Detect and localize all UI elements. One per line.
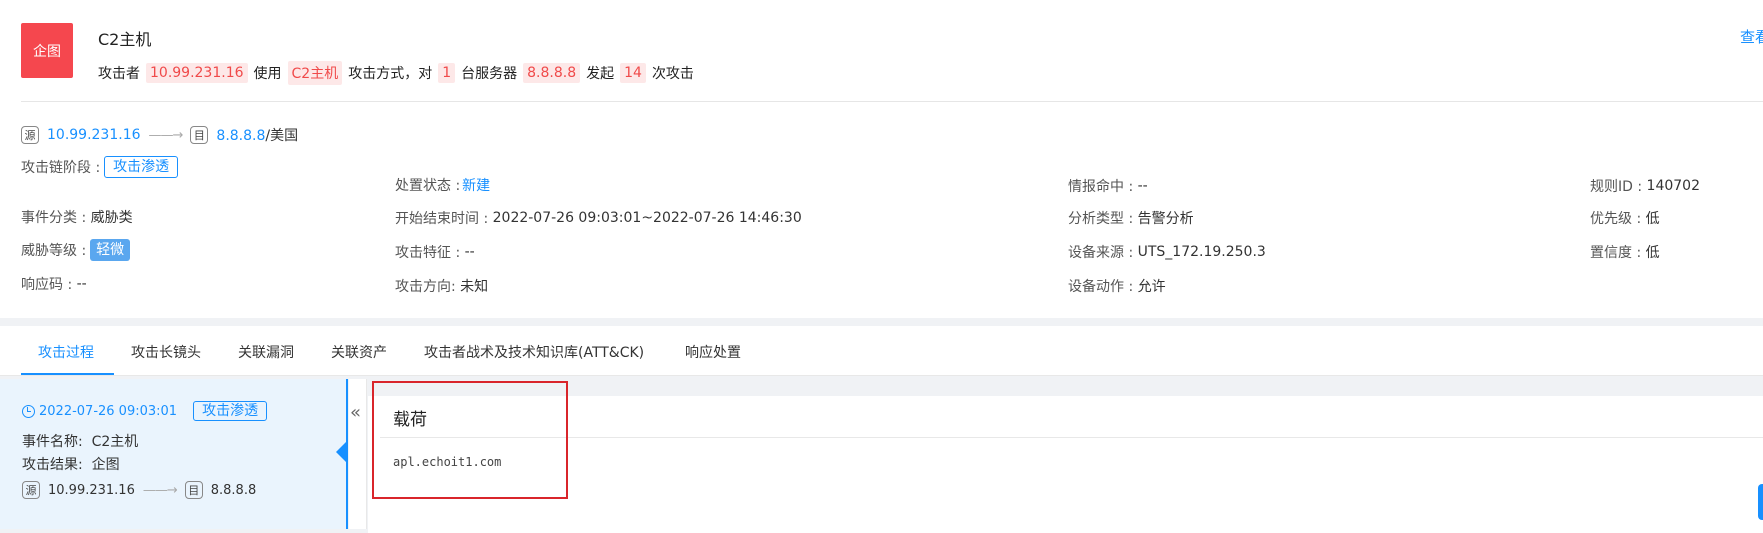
device-source-field: 设备来源 : UTS_172.19.250.3: [1068, 242, 1266, 262]
response-code-value: --: [76, 276, 87, 292]
threat-level-label: 威胁等级 :: [21, 243, 87, 259]
response-code-field: 响应码 : --: [21, 274, 87, 294]
timeline-arrow-icon: ——→: [142, 482, 178, 498]
device-source-label: 设备来源 :: [1068, 245, 1134, 261]
chain-stage-label: 攻击链阶段 :: [21, 160, 101, 176]
attack-count-highlight: 14: [620, 63, 646, 83]
timeline-result-value: 企图: [91, 457, 120, 473]
timeline-stage-tag: 攻击渗透: [193, 401, 268, 421]
attack-direction-field: 攻击方向: 未知: [395, 276, 488, 296]
time-range-field: 开始结束时间 : 2022-07-26 09:03:01~2022-07-26 …: [395, 208, 802, 228]
timeline-destination-icon: 目: [184, 481, 203, 499]
device-source-value: UTS_172.19.250.3: [1137, 244, 1266, 260]
attack-direction-label: 攻击方向:: [395, 279, 456, 295]
disposal-status-link[interactable]: 新建: [462, 175, 490, 195]
response-code-label: 响应码 :: [21, 277, 73, 293]
clock-icon: [22, 404, 35, 418]
tab-related-assets[interactable]: 关联资产: [331, 342, 387, 362]
summary-text-5: 发起: [586, 66, 615, 82]
disposal-status-field: 处置状态 : 新建: [395, 175, 490, 195]
view-link[interactable]: 查看: [1740, 26, 1763, 47]
timeline-destination-ip: 8.8.8.8: [210, 482, 257, 498]
timeline-rail: [346, 379, 348, 529]
chain-stage-field: 攻击链阶段 : 攻击渗透: [21, 156, 179, 178]
attack-direction-value: 未知: [460, 279, 489, 295]
priority-field: 优先级 : 低: [1590, 208, 1660, 228]
time-range-value: 2022-07-26 09:03:01~2022-07-26 14:46:30: [492, 210, 802, 226]
event-category-field: 事件分类 : 威胁类: [21, 207, 133, 227]
highlight-frame: [372, 381, 568, 499]
rule-id-label: 规则ID :: [1590, 179, 1643, 195]
attack-feature-value: --: [464, 244, 475, 260]
timeline-event-name-value: C2主机: [91, 434, 139, 450]
confidence-value: 低: [1645, 245, 1660, 261]
analysis-type-field: 分析类型 : 告警分析: [1068, 208, 1194, 228]
summary-text-1: 攻击者: [98, 66, 140, 82]
intel-hit-label: 情报命中 :: [1068, 179, 1134, 195]
event-header-panel: [0, 0, 1763, 318]
rule-id-value: 140702: [1646, 178, 1700, 194]
tab-attack-process[interactable]: 攻击过程: [38, 342, 94, 362]
attacker-ip-highlight: 10.99.231.16: [146, 63, 248, 83]
disposal-status-label: 处置状态 :: [395, 178, 461, 194]
timeline-source-icon: 源: [22, 481, 40, 499]
timeline-result-label: 攻击结果:: [22, 457, 83, 473]
tab-response[interactable]: 响应处置: [685, 342, 741, 362]
summary-text-4: 台服务器: [461, 66, 518, 82]
timeline-path: 源 10.99.231.16 ——→ 目 8.8.8.8: [22, 481, 256, 499]
tab-attck-knowledge[interactable]: 攻击者战术及技术知识库(ATT&CK): [424, 342, 644, 362]
confidence-field: 置信度 : 低: [1590, 242, 1660, 262]
threat-level-badge: 轻微: [90, 239, 131, 261]
device-action-value: 允许: [1137, 279, 1166, 295]
event-category-value: 威胁类: [90, 210, 133, 226]
time-range-label: 开始结束时间 :: [395, 211, 489, 227]
timeline-source-ip: 10.99.231.16: [48, 482, 135, 498]
rule-id-field: 规则ID : 140702: [1590, 176, 1700, 196]
destination-ip-link[interactable]: 8.8.8.8: [216, 128, 265, 144]
attack-summary: 攻击者 10.99.231.16 使用 C2主机 攻击方式，对 1 台服务器 8…: [98, 61, 694, 85]
summary-text-3: 攻击方式，对: [348, 66, 433, 82]
source-destination-row: 源 10.99.231.16 ——→ 目 8.8.8.8/美国: [21, 125, 298, 145]
analysis-type-label: 分析类型 :: [1068, 211, 1134, 227]
intel-hit-field: 情报命中 : --: [1068, 176, 1148, 196]
arrow-right-icon: ——→: [148, 127, 184, 143]
priority-value: 低: [1645, 211, 1660, 227]
side-handle[interactable]: [1758, 484, 1763, 520]
source-icon: 源: [21, 126, 39, 144]
intel-hit-value: --: [1137, 178, 1148, 194]
timeline-time-row: 2022-07-26 09:03:01 攻击渗透: [22, 401, 268, 421]
destination-icon: 目: [190, 126, 209, 144]
timeline-result: 攻击结果: 企图: [22, 454, 120, 474]
timeline-event-name: 事件名称: C2主机: [22, 431, 138, 451]
timeline-event-name-label: 事件名称:: [22, 434, 83, 450]
payload-header: [380, 396, 1763, 438]
timeline-time: 2022-07-26 09:03:01: [39, 403, 178, 419]
event-title: C2主机: [98, 30, 152, 49]
event-category-label: 事件分类 :: [21, 210, 87, 226]
tab-related-vulns[interactable]: 关联漏洞: [238, 342, 294, 362]
priority-label: 优先级 :: [1590, 211, 1642, 227]
chain-stage-tag: 攻击渗透: [104, 156, 179, 178]
device-action-label: 设备动作 :: [1068, 279, 1134, 295]
source-ip-link[interactable]: 10.99.231.16: [47, 127, 141, 143]
attack-feature-field: 攻击特征 : --: [395, 242, 475, 262]
active-tab-indicator: [21, 373, 114, 375]
timeline-pointer-icon: [336, 442, 346, 462]
destination-geo: /美国: [265, 128, 299, 144]
device-action-field: 设备动作 : 允许: [1068, 276, 1166, 296]
summary-text-6: 次攻击: [651, 66, 694, 82]
target-ip-highlight: 8.8.8.8: [523, 63, 581, 83]
intent-badge-icon: 企图: [21, 23, 73, 78]
header-divider: [21, 101, 1763, 102]
tab-attack-long-shot[interactable]: 攻击长镜头: [131, 342, 201, 362]
server-count-highlight: 1: [438, 63, 456, 83]
analysis-type-value: 告警分析: [1137, 211, 1194, 227]
summary-text-2: 使用: [253, 66, 282, 82]
confidence-label: 置信度 :: [1590, 245, 1642, 261]
detail-tabs-bar: 攻击过程 攻击长镜头 关联漏洞 关联资产 攻击者战术及技术知识库(ATT&CK)…: [0, 326, 1763, 376]
collapse-left-icon[interactable]: «: [350, 402, 361, 423]
attack-type-highlight: C2主机: [287, 61, 343, 85]
attack-feature-label: 攻击特征 :: [395, 245, 461, 261]
threat-level-field: 威胁等级 : 轻微: [21, 239, 131, 261]
